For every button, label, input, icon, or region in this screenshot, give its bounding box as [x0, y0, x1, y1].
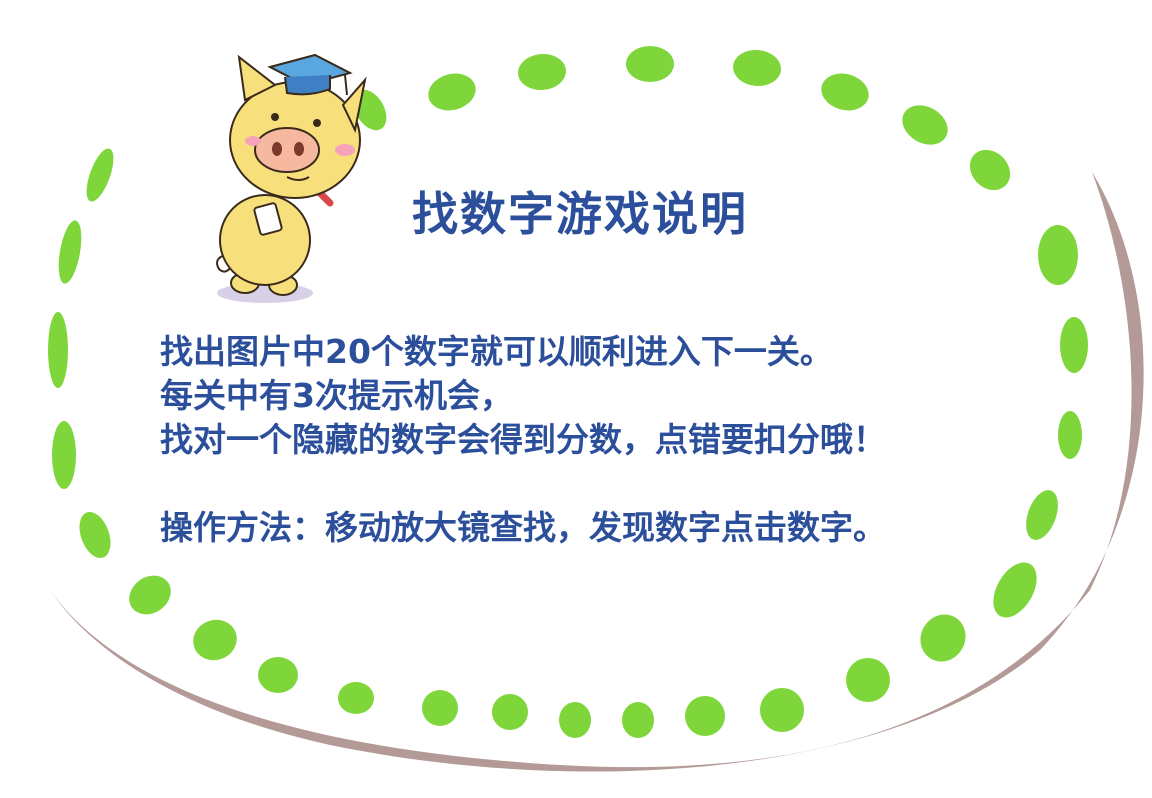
- rule-line-3: 找对一个隐藏的数字会得到分数，点错要扣分哦！: [160, 420, 886, 459]
- rule-line-1: 找出图片中20个数字就可以顺利进入下一关。: [160, 332, 833, 371]
- instruction-text: 找出图片中20个数字就可以顺利进入下一关。 每关中有3次提示机会， 找对一个隐藏…: [160, 330, 1060, 550]
- page-title: 找数字游戏说明: [412, 187, 748, 241]
- operation-line: 操作方法：移动放大镜查找，发现数字点击数字。: [160, 508, 886, 547]
- instruction-panel: 找数字游戏说明 找出图片中20个数字就可以顺利进入下一关。 每关中有3次提示机会…: [0, 0, 1152, 798]
- rule-line-2: 每关中有3次提示机会，: [160, 376, 513, 415]
- pig-mascot-icon: [216, 53, 367, 303]
